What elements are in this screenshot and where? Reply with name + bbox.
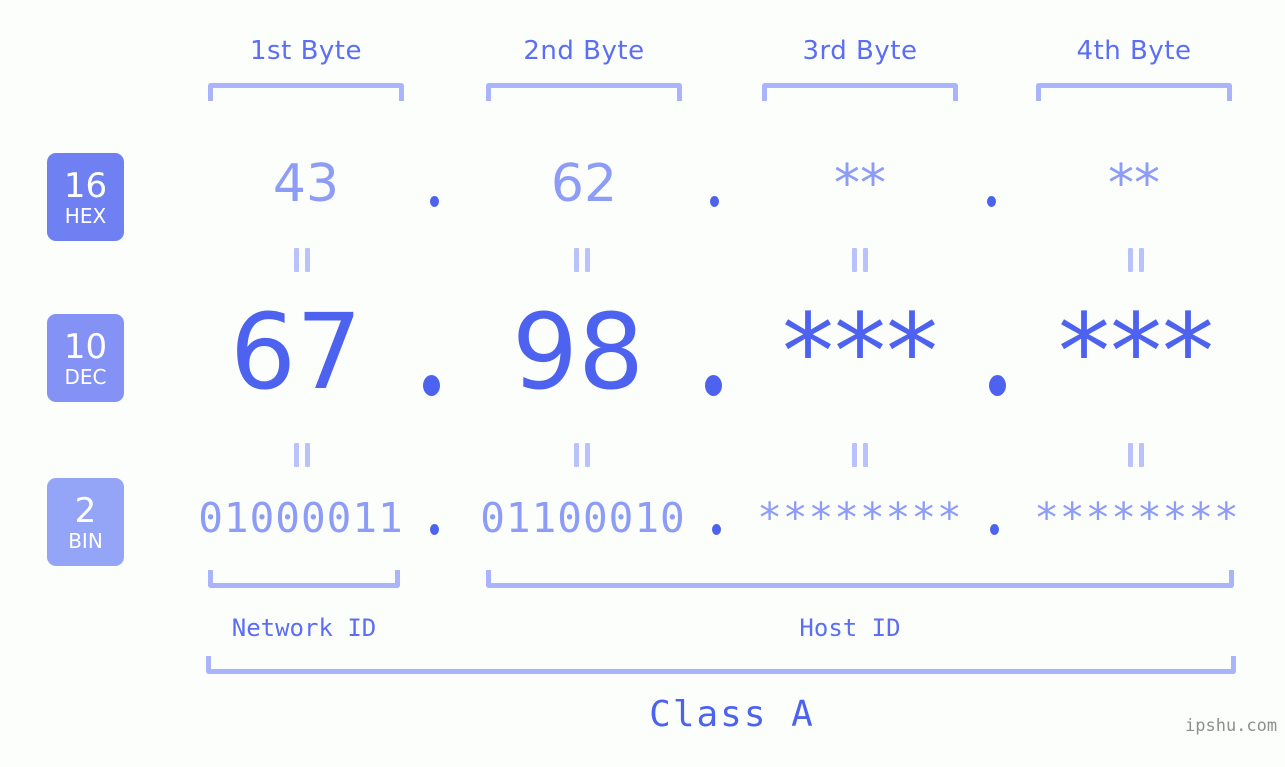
network-id-label: Network ID — [231, 614, 377, 642]
byte-bracket-top-4 — [1036, 83, 1232, 101]
equals-icon-hex-dec-3 — [850, 248, 870, 272]
network-id-bracket — [208, 570, 400, 588]
base-badge-bin: 2 BIN — [47, 478, 124, 566]
bin-byte-1-value: 01000011 — [198, 494, 404, 542]
host-id-label: Host ID — [799, 614, 901, 642]
bin-byte-4-value: ******** — [1034, 494, 1240, 542]
base-badge-bin-number: 2 — [74, 490, 97, 531]
dec-byte-4-value: *** — [1058, 291, 1214, 413]
ip-address-breakdown-diagram: 1st Byte 2nd Byte 3rd Byte 4th Byte 16 H… — [0, 0, 1285, 767]
base-badge-bin-abbr: BIN — [68, 528, 103, 553]
hex-byte-4-value: ** — [1108, 154, 1160, 214]
base-badge-hex-number: 16 — [63, 165, 108, 206]
bin-separator-dot-1 — [430, 524, 439, 535]
bin-byte-2-value: 01100010 — [480, 494, 686, 542]
dec-separator-dot-1 — [423, 375, 440, 396]
host-id-bracket — [486, 570, 1234, 588]
base-badge-hex-abbr: HEX — [64, 203, 107, 228]
dec-byte-2-value: 98 — [511, 291, 645, 413]
dec-separator-dot-3 — [989, 375, 1006, 396]
base-badge-hex: 16 HEX — [47, 153, 124, 241]
equals-icon-hex-dec-1 — [292, 248, 312, 272]
dec-separator-dot-2 — [705, 375, 722, 396]
byte-bracket-top-1 — [208, 83, 404, 101]
watermark: ipshu.com — [1185, 716, 1278, 736]
equals-icon-dec-bin-3 — [850, 443, 870, 467]
dec-byte-3-value: *** — [782, 291, 938, 413]
hex-byte-3-value: ** — [834, 154, 886, 214]
equals-icon-hex-dec-2 — [572, 248, 592, 272]
byte-header-label-4: 4th Byte — [1076, 36, 1192, 66]
byte-header-label-3: 3rd Byte — [802, 36, 918, 66]
equals-icon-dec-bin-4 — [1126, 443, 1146, 467]
bin-separator-dot-2 — [712, 524, 721, 535]
hex-separator-dot-2 — [710, 196, 719, 207]
byte-header-label-1: 1st Byte — [250, 36, 362, 66]
class-label: Class A — [649, 694, 815, 735]
hex-separator-dot-1 — [430, 196, 439, 207]
bin-separator-dot-3 — [990, 524, 999, 535]
byte-bracket-top-3 — [762, 83, 958, 101]
hex-separator-dot-3 — [987, 196, 996, 207]
base-badge-dec-abbr: DEC — [64, 364, 107, 389]
bin-byte-3-value: ******** — [757, 494, 963, 542]
equals-icon-dec-bin-1 — [292, 443, 312, 467]
base-badge-dec-number: 10 — [63, 326, 108, 367]
class-bracket — [206, 656, 1236, 674]
hex-byte-1-value: 43 — [272, 154, 340, 214]
hex-byte-2-value: 62 — [550, 154, 618, 214]
dec-byte-1-value: 67 — [229, 291, 363, 413]
equals-icon-dec-bin-2 — [572, 443, 592, 467]
base-badge-dec: 10 DEC — [47, 314, 124, 402]
byte-bracket-top-2 — [486, 83, 682, 101]
equals-icon-hex-dec-4 — [1126, 248, 1146, 272]
byte-header-label-2: 2nd Byte — [523, 36, 645, 66]
